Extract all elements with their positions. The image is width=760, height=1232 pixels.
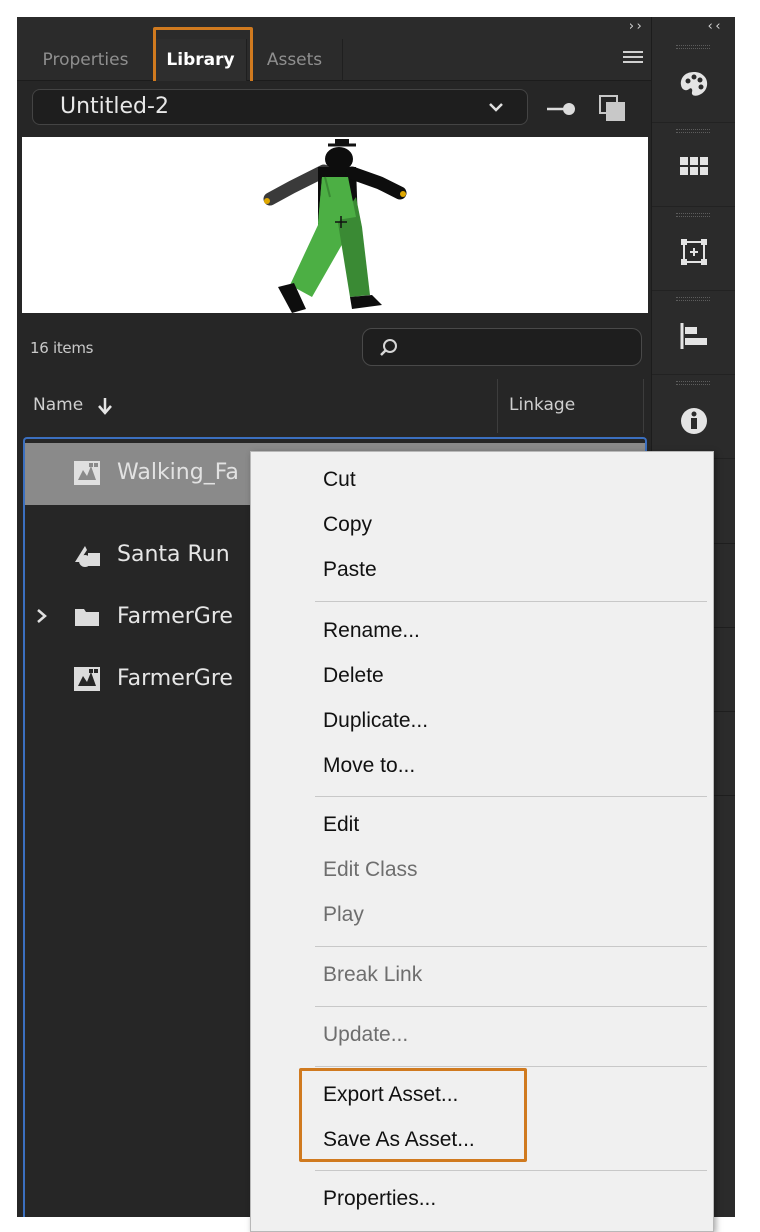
align-icon (680, 323, 707, 349)
search-icon (380, 339, 397, 356)
item-label: FarmerGre (117, 666, 233, 691)
document-name: Untitled-2 (60, 94, 169, 119)
swatches-icon (680, 157, 708, 175)
document-bar: Untitled-2 (17, 81, 651, 137)
menu-item-rename[interactable]: Rename... (323, 619, 420, 643)
item-label: Walking_Fa (117, 460, 239, 485)
panel-top-strip: ›› (17, 17, 651, 39)
grip-handle[interactable] (676, 129, 710, 133)
library-toolbar: 16 items (17, 313, 651, 379)
grip-handle[interactable] (676, 297, 710, 301)
menu-item-duplicate[interactable]: Duplicate... (323, 709, 428, 733)
item-count: 16 items (30, 339, 94, 357)
search-input[interactable] (362, 328, 642, 366)
context-menu: Cut Copy Paste Rename... Delete Duplicat… (250, 451, 714, 1232)
item-label: FarmerGre (117, 604, 233, 629)
dock-button-align[interactable] (652, 291, 735, 375)
panel-menu-icon[interactable] (623, 51, 643, 69)
folder-icon (75, 609, 99, 626)
menu-separator (315, 796, 707, 797)
grip-handle[interactable] (676, 213, 710, 217)
column-header: Name Linkage (17, 379, 651, 433)
tab-assets[interactable]: Assets (247, 39, 343, 81)
column-linkage[interactable]: Linkage (509, 395, 575, 415)
dock-button-transform[interactable] (652, 207, 735, 291)
dock-button-swatches[interactable] (652, 123, 735, 207)
new-library-panel-icon[interactable] (597, 93, 627, 123)
chevron-right-icon[interactable] (35, 607, 49, 625)
expand-dock-icon[interactable]: ‹‹ (706, 19, 722, 34)
symbol-preview (22, 137, 648, 313)
menu-item-update: Update... (323, 1023, 409, 1046)
dock-button-info[interactable] (652, 375, 735, 459)
walking-figure-preview (263, 139, 407, 313)
menu-item-save-as-asset[interactable]: Save As Asset... (323, 1128, 475, 1152)
graphic-icon (75, 546, 100, 567)
column-divider[interactable] (497, 379, 498, 433)
tab-properties[interactable]: Properties (17, 39, 155, 81)
menu-item-export-asset[interactable]: Export Asset... (323, 1083, 458, 1107)
tab-library[interactable]: Library (155, 39, 247, 81)
menu-item-play: Play (323, 903, 364, 926)
menu-separator (315, 946, 707, 947)
menu-separator (315, 1006, 707, 1007)
menu-item-properties[interactable]: Properties... (323, 1187, 436, 1211)
movieclip-icon (74, 667, 100, 691)
collapse-panel-icon[interactable]: ›› (627, 19, 643, 34)
dock-button-palette[interactable] (652, 39, 735, 123)
item-label: Santa Run (117, 542, 230, 567)
menu-item-break-link: Break Link (323, 963, 423, 986)
palette-icon (680, 72, 708, 96)
menu-item-copy[interactable]: Copy (323, 513, 372, 537)
sort-arrow-down-icon[interactable] (97, 397, 113, 415)
menu-item-cut[interactable]: Cut (323, 468, 356, 492)
movieclip-icon (74, 461, 100, 485)
grip-handle[interactable] (676, 45, 710, 49)
chevron-down-icon (489, 103, 503, 112)
menu-separator (315, 1170, 707, 1171)
menu-separator (315, 1066, 707, 1067)
menu-item-move-to[interactable]: Move to... (323, 754, 415, 778)
menu-item-edit[interactable]: Edit (323, 813, 359, 837)
grip-handle[interactable] (676, 381, 710, 385)
column-divider[interactable] (643, 379, 644, 433)
menu-item-delete[interactable]: Delete (323, 664, 384, 688)
dock-top-strip: ‹‹ (652, 17, 735, 39)
menu-item-edit-class: Edit Class (323, 858, 418, 881)
document-select[interactable]: Untitled-2 (32, 89, 528, 125)
column-name[interactable]: Name (33, 395, 83, 415)
info-icon (681, 408, 707, 434)
menu-separator (315, 601, 707, 602)
transform-icon (681, 239, 707, 265)
menu-item-paste[interactable]: Paste (323, 558, 377, 582)
pin-library-icon[interactable] (545, 101, 577, 117)
tab-bar: Properties Library Assets (17, 39, 651, 81)
